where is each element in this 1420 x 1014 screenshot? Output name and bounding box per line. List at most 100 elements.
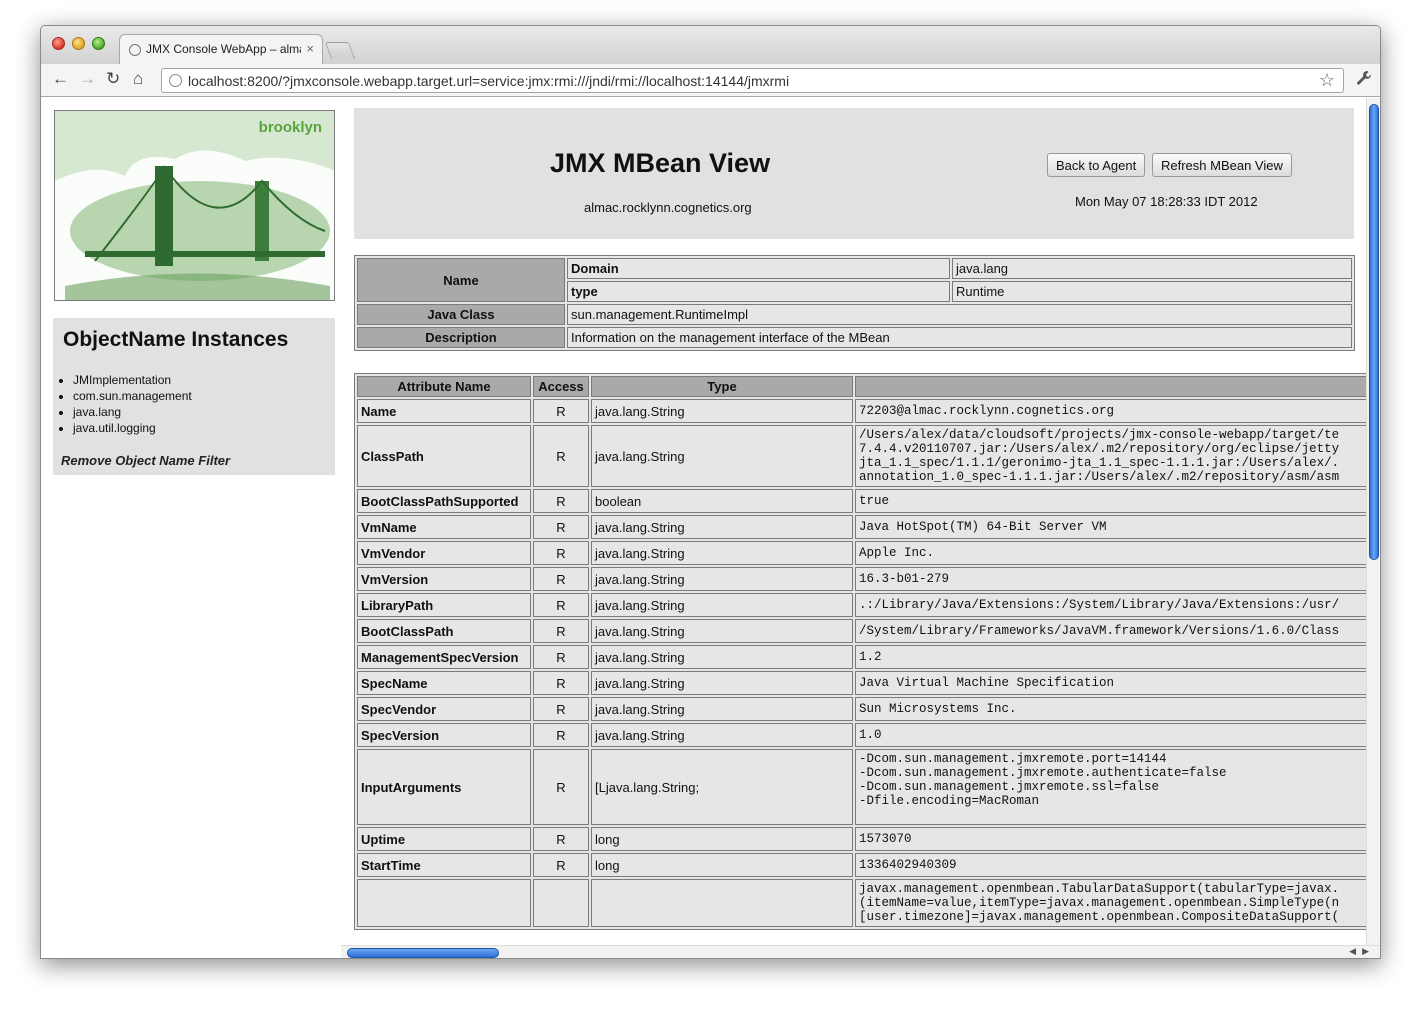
objectname-list: JMImplementation com.sun.management java… (73, 372, 192, 436)
value-cell[interactable]: /System/Library/Frameworks/JavaVM.framew… (855, 619, 1366, 643)
attr-name-header: Attribute Name (357, 376, 531, 397)
java-class-label: Java Class (357, 304, 565, 325)
tab-close-icon[interactable]: × (306, 41, 314, 56)
back-arrow-icon[interactable]: ← (52, 69, 69, 89)
access-header: Access (533, 376, 589, 397)
type-cell: long (591, 827, 853, 851)
remove-filter-link[interactable]: Remove Object Name Filter (61, 453, 230, 468)
table-row: SpecName Rjava.lang.String Java Virtual Ma… (357, 671, 1366, 695)
table-row: LibraryPath Rjava.lang.String .:/Library/J… (357, 593, 1366, 617)
access-cell: R (533, 723, 589, 747)
objectname-item[interactable]: java.util.logging (73, 420, 192, 436)
type-cell: boolean (591, 489, 853, 513)
vertical-scroll-thumb[interactable] (1369, 104, 1379, 560)
attributes-table: Attribute Name Access Type Name Rjava.lan… (354, 373, 1366, 930)
attr-name-cell: VmName (357, 515, 531, 539)
attr-name-cell: Uptime (357, 827, 531, 851)
attr-name-cell: SpecVendor (357, 697, 531, 721)
vertical-scrollbar[interactable] (1366, 98, 1380, 945)
value-cell[interactable]: .:/Library/Java/Extensions:/System/Libra… (855, 593, 1366, 617)
browser-window: JMX Console WebApp – alma × ← → ↻ ⌂ loca… (40, 25, 1381, 959)
type-value: Runtime (952, 281, 1352, 302)
value-cell[interactable]: 1.2 (855, 645, 1366, 669)
domain-label: Domain (567, 258, 950, 279)
wrench-menu-icon[interactable] (1356, 70, 1372, 91)
value-cell[interactable]: 72203@almac.rocklynn.cognetics.org (855, 399, 1366, 423)
header-panel: JMX MBean View almac.rocklynn.cognetics.… (354, 108, 1354, 239)
objectname-item[interactable]: com.sun.management (73, 388, 192, 404)
attr-name-cell: BootClassPathSupported (357, 489, 531, 513)
table-row: VmVersion Rjava.lang.String 16.3-b01-279 (357, 567, 1366, 591)
value-cell[interactable]: Sun Microsystems Inc. (855, 697, 1366, 721)
access-cell: R (533, 541, 589, 565)
attr-name-cell (357, 879, 531, 927)
horizontal-scrollbar[interactable]: ◀▶ (341, 945, 1380, 958)
horizontal-scroll-thumb[interactable] (347, 948, 499, 958)
home-icon[interactable]: ⌂ (133, 69, 143, 89)
forward-arrow-icon[interactable]: → (79, 69, 96, 89)
objectname-item[interactable]: java.lang (73, 404, 192, 420)
host-name: almac.rocklynn.cognetics.org (584, 200, 752, 215)
table-row: Uptime Rlong 1573070 (357, 827, 1366, 851)
type-cell: java.lang.String (591, 593, 853, 617)
maximize-window-button[interactable] (92, 37, 105, 50)
bridge-illustration (55, 111, 334, 300)
table-row: BootClassPathSupported Rboolean true (357, 489, 1366, 513)
value-cell[interactable]: javax.management.openmbean.TabularDataSu… (855, 879, 1366, 927)
type-header: Type (591, 376, 853, 397)
value-cell[interactable]: -Dcom.sun.management.jmxremote.port=1414… (855, 749, 1366, 825)
value-cell[interactable]: 1.0 (855, 723, 1366, 747)
table-row: BootClassPath Rjava.lang.String/System/Li… (357, 619, 1366, 643)
value-cell[interactable]: 1573070 (855, 827, 1366, 851)
minimize-window-button[interactable] (72, 37, 85, 50)
value-cell[interactable]: /Users/alex/data/cloudsoft/projects/jmx-… (855, 425, 1366, 487)
access-cell: R (533, 593, 589, 617)
back-to-agent-button[interactable]: Back to Agent (1047, 153, 1146, 177)
description-label: Description (357, 327, 565, 348)
attr-name-cell: LibraryPath (357, 593, 531, 617)
table-row: ClassPath Rjava.lang.String/Users/alex/da… (357, 425, 1366, 487)
attr-name-cell: SpecVersion (357, 723, 531, 747)
brooklyn-logo: brooklyn (54, 110, 335, 301)
page-info-icon[interactable] (169, 74, 182, 87)
value-cell[interactable]: 16.3-b01-279 (855, 567, 1366, 591)
access-cell: R (533, 697, 589, 721)
type-cell: java.lang.String (591, 425, 853, 487)
value-cell[interactable]: 1336402940309 (855, 853, 1366, 877)
access-cell: R (533, 749, 589, 825)
table-row: javax.management.openmbean.TabularDataSu… (357, 879, 1366, 927)
value-cell[interactable]: Apple Inc. (855, 541, 1366, 565)
type-cell: long (591, 853, 853, 877)
table-row: VmName Rjava.lang.String Java HotSpot(TM) … (357, 515, 1366, 539)
objectname-item[interactable]: JMImplementation (73, 372, 192, 388)
page-title: JMX MBean View (550, 148, 771, 178)
objectname-panel: ObjectName Instances JMImplementation co… (53, 318, 335, 475)
type-cell: java.lang.String (591, 697, 853, 721)
page-viewport: brooklyn ObjectName Instances JMImplemen… (41, 98, 1366, 945)
access-cell: R (533, 515, 589, 539)
mbean-info-table: Name Domain java.lang type Runtime Java … (354, 255, 1355, 351)
tab-jmx-console[interactable]: JMX Console WebApp – alma × (119, 34, 323, 64)
value-cell[interactable]: Java Virtual Machine Specification (855, 671, 1366, 695)
attr-name-cell: ManagementSpecVersion (357, 645, 531, 669)
attr-name-cell: SpecName (357, 671, 531, 695)
attr-name-cell: InputArguments (357, 749, 531, 825)
value-cell[interactable]: Java HotSpot(TM) 64-Bit Server VM (855, 515, 1366, 539)
globe-icon (129, 44, 141, 56)
value-cell[interactable]: true (855, 489, 1366, 513)
type-cell: java.lang.String (591, 541, 853, 565)
address-bar[interactable]: localhost:8200/?jmxconsole.webapp.target… (161, 68, 1344, 93)
scroll-arrows-icon[interactable]: ◀▶ (1349, 946, 1375, 957)
type-cell (591, 879, 853, 927)
new-tab-button[interactable] (324, 42, 356, 59)
tab-strip: JMX Console WebApp – alma × (41, 26, 1380, 64)
table-row: StartTime Rlong 1336402940309 (357, 853, 1366, 877)
table-row: Name Rjava.lang.String 72203@almac.rocklyn… (357, 399, 1366, 423)
close-window-button[interactable] (52, 37, 65, 50)
attr-name-cell: VmVendor (357, 541, 531, 565)
refresh-mbean-view-button[interactable]: Refresh MBean View (1152, 153, 1292, 177)
bookmark-star-icon[interactable]: ☆ (1319, 70, 1335, 91)
attr-name-cell: BootClassPath (357, 619, 531, 643)
table-row: VmVendor Rjava.lang.String Apple Inc. (357, 541, 1366, 565)
reload-icon[interactable]: ↻ (106, 69, 120, 89)
